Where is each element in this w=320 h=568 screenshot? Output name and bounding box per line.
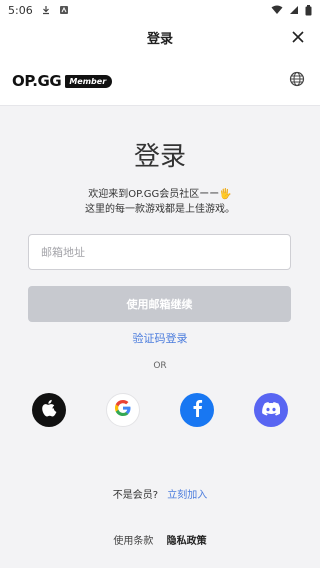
discord-login-button[interactable] [254,393,288,427]
privacy-link[interactable]: 隐私政策 [167,536,207,547]
signal-icon [289,5,299,15]
facebook-icon [191,399,203,421]
logo-text: OP.GG [12,72,62,90]
page-title: 登录 [146,31,173,47]
apple-icon [41,399,57,421]
terms-link[interactable]: 使用条款 [113,536,153,547]
wifi-icon [271,5,283,15]
google-icon [114,399,132,421]
notification-icon [59,5,69,15]
join-now-link[interactable]: 立刻加入 [167,490,207,501]
code-login-link[interactable]: 验证码登录 [0,330,320,346]
member-badge: Member [65,74,113,88]
signup-row: 不是会员? 立刻加入 [0,486,320,501]
brand-bar: OP.GG Member [0,54,320,106]
status-bar: 5:06 [0,0,320,20]
footer-links: 使用条款 隐私政策 [0,532,320,547]
status-time: 5:06 [8,3,33,17]
battery-icon [305,4,312,16]
login-form: 登录 欢迎来到OP.GG会员社区ーー🖐 这里的每一款游戏都是上佳游戏。 使用邮箱… [0,107,320,568]
login-heading: 登录 [133,142,186,172]
google-login-button[interactable] [106,393,140,427]
opgg-logo: OP.GG Member [12,72,113,90]
welcome-line-1: 欢迎来到OP.GG会员社区ーー🖐 [88,189,232,200]
close-icon[interactable] [288,27,308,47]
continue-with-email-button[interactable]: 使用邮箱继续 [28,286,291,322]
discord-icon [262,401,281,420]
apple-login-button[interactable] [32,393,66,427]
download-icon [41,5,51,15]
welcome-line-2: 这里的每一款游戏都是上佳游戏。 [85,204,235,215]
welcome-text: 欢迎来到OP.GG会员社区ーー🖐 这里的每一款游戏都是上佳游戏。 [0,187,320,217]
facebook-login-button[interactable] [180,393,214,427]
globe-icon[interactable] [288,70,306,88]
nav-bar: 登录 [0,20,320,54]
email-field[interactable] [28,234,291,270]
or-divider: OR [153,361,167,371]
signup-prompt: 不是会员? [112,490,159,501]
